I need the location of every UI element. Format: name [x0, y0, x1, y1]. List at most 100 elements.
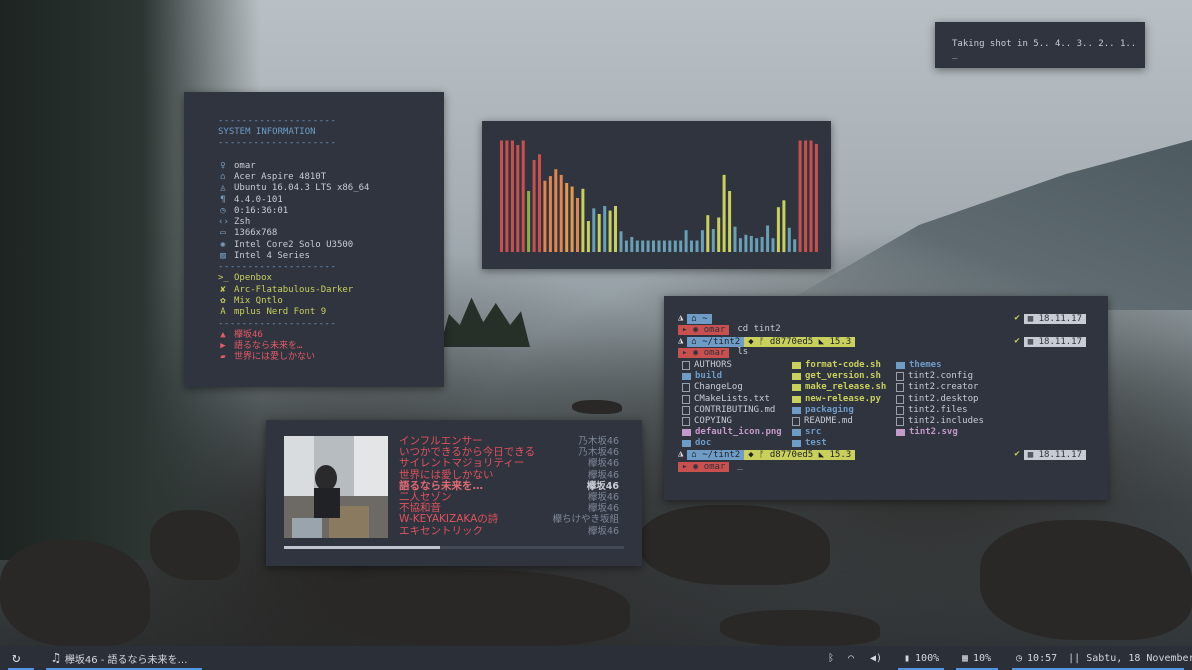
visualizer-bar [776, 207, 780, 253]
shell-icon: ‹› [218, 217, 229, 228]
visualizer-bar [673, 240, 677, 252]
now-playing-text: 欅坂46 - 語るなら未来を… [64, 654, 188, 666]
playlist: インフルエンサー 乃木坂46 いつかできるから今日できる 乃木坂46 サイレントマジョリ… [399, 435, 619, 537]
visualizer-bar [679, 240, 683, 252]
battery-status[interactable]: ▮ 100% [904, 646, 939, 670]
folder-icon [682, 440, 691, 448]
ls-entry-name: tint2.creator [908, 382, 979, 393]
track-artist: 欅坂46 [587, 458, 619, 470]
visualizer-bar [755, 238, 759, 252]
sysinfo-row: ◷ 0:16:36:01 [218, 206, 444, 217]
wm-icon: >_ [218, 273, 229, 284]
sysinfo-row: ⌂ Acer Aspire 4810T [218, 172, 444, 183]
visualizer-bar [624, 240, 628, 252]
visualizer-bar [787, 227, 791, 252]
ls-entry: AUTHORS [682, 360, 782, 371]
prompt-status: ✔ ▦ 18.11.17 [1014, 336, 1086, 347]
volume-button[interactable]: ◀) [870, 646, 882, 670]
icons-icon: ✿ [220, 296, 226, 307]
sysinfo-row: ▰ 世界には愛しかない [218, 352, 444, 363]
folder-icon: ▰ [220, 352, 226, 363]
ls-entry: COPYING [682, 416, 782, 427]
rock [980, 520, 1192, 640]
clock-time: 10:57 [1027, 652, 1058, 664]
visualizer-bar [695, 240, 699, 252]
cpu-icon: ✺ [220, 239, 226, 250]
divider: -------------------- [218, 318, 337, 329]
playlist-item[interactable]: エキセントリック 欅坂46 [399, 525, 619, 537]
sysinfo-row: ‹› Zsh [218, 217, 444, 228]
wifi-icon: ◠ [848, 652, 855, 664]
bluetooth-button[interactable]: ᛒ [828, 646, 834, 670]
visualizer-bar [516, 145, 520, 252]
ls-entry-name: new-release.py [805, 393, 881, 404]
playlist-item[interactable]: サイレントマジョリティー 欅坂46 [399, 458, 619, 470]
countdown-text: Taking shot in 5.. 4.. 3.. 2.. 1.. _ [952, 39, 1137, 61]
ls-entry: tint2.desktop [896, 394, 984, 405]
visualizer-bar [559, 174, 563, 252]
visualizer-bar [586, 221, 590, 253]
sysinfo-music-rows: ▲ 欅坂46 ▶ 語るなら未来を… ▰ 世界には愛しかない [218, 330, 444, 364]
visualizer-bar [657, 240, 661, 252]
sysinfo-value: Intel Core2 Solo U3500 [234, 239, 354, 250]
visualizer-bar [814, 143, 818, 252]
user-segment: ▸ ◉ omar [678, 347, 730, 358]
sysinfo-row: ▲ 欅坂46 [218, 330, 444, 341]
playlist-item[interactable]: W-KEYAKIZAKAの詩 欅ちけやき坂組 [399, 514, 619, 526]
rock [330, 570, 630, 646]
terminal-window[interactable]: ◮ ⌂ ~ ✔ ▦ 18.11.17 ▸ ◉ omar cd tint2 ◮ ⌂… [664, 296, 1108, 500]
track-artist: 乃木坂46 [578, 447, 619, 459]
album-cover-art [284, 436, 388, 538]
tree-island [440, 297, 530, 347]
ls-entry: themes [896, 360, 984, 371]
visualizer-bar [608, 210, 612, 252]
visualizer-bar [521, 140, 525, 252]
mountain-background [772, 140, 1192, 310]
ls-entry: tint2.files [896, 405, 984, 416]
theme-icon: ✘ [220, 284, 226, 295]
visualizer-bar [766, 225, 770, 252]
visualizer-bar [597, 214, 601, 252]
sysinfo-row: ▭ 1366x768 [218, 228, 444, 239]
terminal-cursor[interactable]: _ [737, 461, 742, 472]
font-icon: A [220, 307, 226, 318]
ls-column: AUTHORS build ChangeLog CMakeLists.txt CONTR… [682, 360, 782, 450]
resolution-icon: ▭ [220, 228, 226, 239]
track-artist: 欅坂46 [587, 525, 619, 537]
visualizer-bar [532, 160, 536, 252]
sysinfo-rows: ♀ omar ⌂ Acer Aspire 4810T ◬ Ubuntu 16.04.3 L… [218, 161, 444, 263]
linux-icon: ◮ [678, 448, 684, 459]
sysinfo-value: mplus Nerd Font 9 [234, 307, 327, 318]
memory-status[interactable]: ▦ 10% [962, 646, 991, 670]
divider: -------------------- [218, 262, 337, 273]
now-playing[interactable]: ♫ 欅坂46 - 語るなら未来を… [52, 646, 188, 670]
ls-entry-name: AUTHORS [694, 360, 732, 370]
prompt-line: ▸ ◉ omar cd tint2 [678, 324, 781, 335]
ls-entry: get_version.sh [792, 371, 886, 382]
ls-entry-name: tint2.config [908, 371, 974, 382]
track-artist: 欅坂46 [586, 480, 619, 492]
file-icon [896, 417, 904, 427]
visualizer-bar [630, 237, 634, 252]
ls-entry: tint2.config [896, 371, 984, 382]
ls-entry-name: make_release.sh [805, 382, 887, 393]
track-artist: 欅坂46 [587, 469, 619, 481]
play-icon: ▶ [220, 341, 226, 352]
clock[interactable]: ◷ 10:57 || Sabtu, 18 November [1016, 646, 1192, 670]
folder-icon [792, 429, 801, 437]
sysinfo-value: Acer Aspire 4810T [234, 171, 327, 182]
visualizer-bar [646, 240, 650, 252]
prompt-status: ✔ ▦ 18.11.17 [1014, 313, 1086, 324]
visualizer-bar [804, 140, 808, 252]
track-artist: 欅坂46 [587, 503, 619, 515]
wifi-button[interactable]: ◠ [848, 646, 854, 670]
visualizer-bar [538, 154, 541, 253]
playback-progress-bar[interactable] [284, 546, 624, 549]
memory-percent: 10% [973, 652, 992, 664]
dir-segment: ⌂ ~/tint2 [687, 449, 745, 460]
rock [640, 505, 830, 585]
refresh-button[interactable]: ↻ [12, 646, 20, 670]
track-artist: 欅坂46 [587, 491, 619, 503]
script-icon [792, 362, 801, 370]
visualizer-bar [738, 238, 742, 252]
